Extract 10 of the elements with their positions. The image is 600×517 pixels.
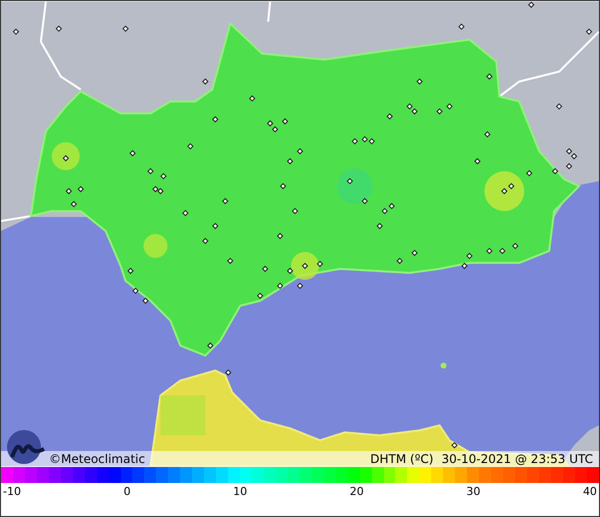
scale-tick-label: 10 [233, 486, 248, 497]
scale-tick-label: 20 [350, 486, 364, 497]
scale-tick-label: -10 [3, 486, 21, 497]
scale-tick-label: 40 [582, 486, 597, 497]
scale-tick-label: 30 [466, 486, 480, 497]
credit-text: ©Meteoclimatic [49, 453, 146, 465]
scale-tick-label: 0 [124, 486, 131, 497]
timestamp-text: 30-10-2021 @ 23:53 UTC [441, 453, 593, 465]
variable-label: DHTM (ºC) [370, 453, 434, 465]
logo-icon [6, 429, 46, 465]
